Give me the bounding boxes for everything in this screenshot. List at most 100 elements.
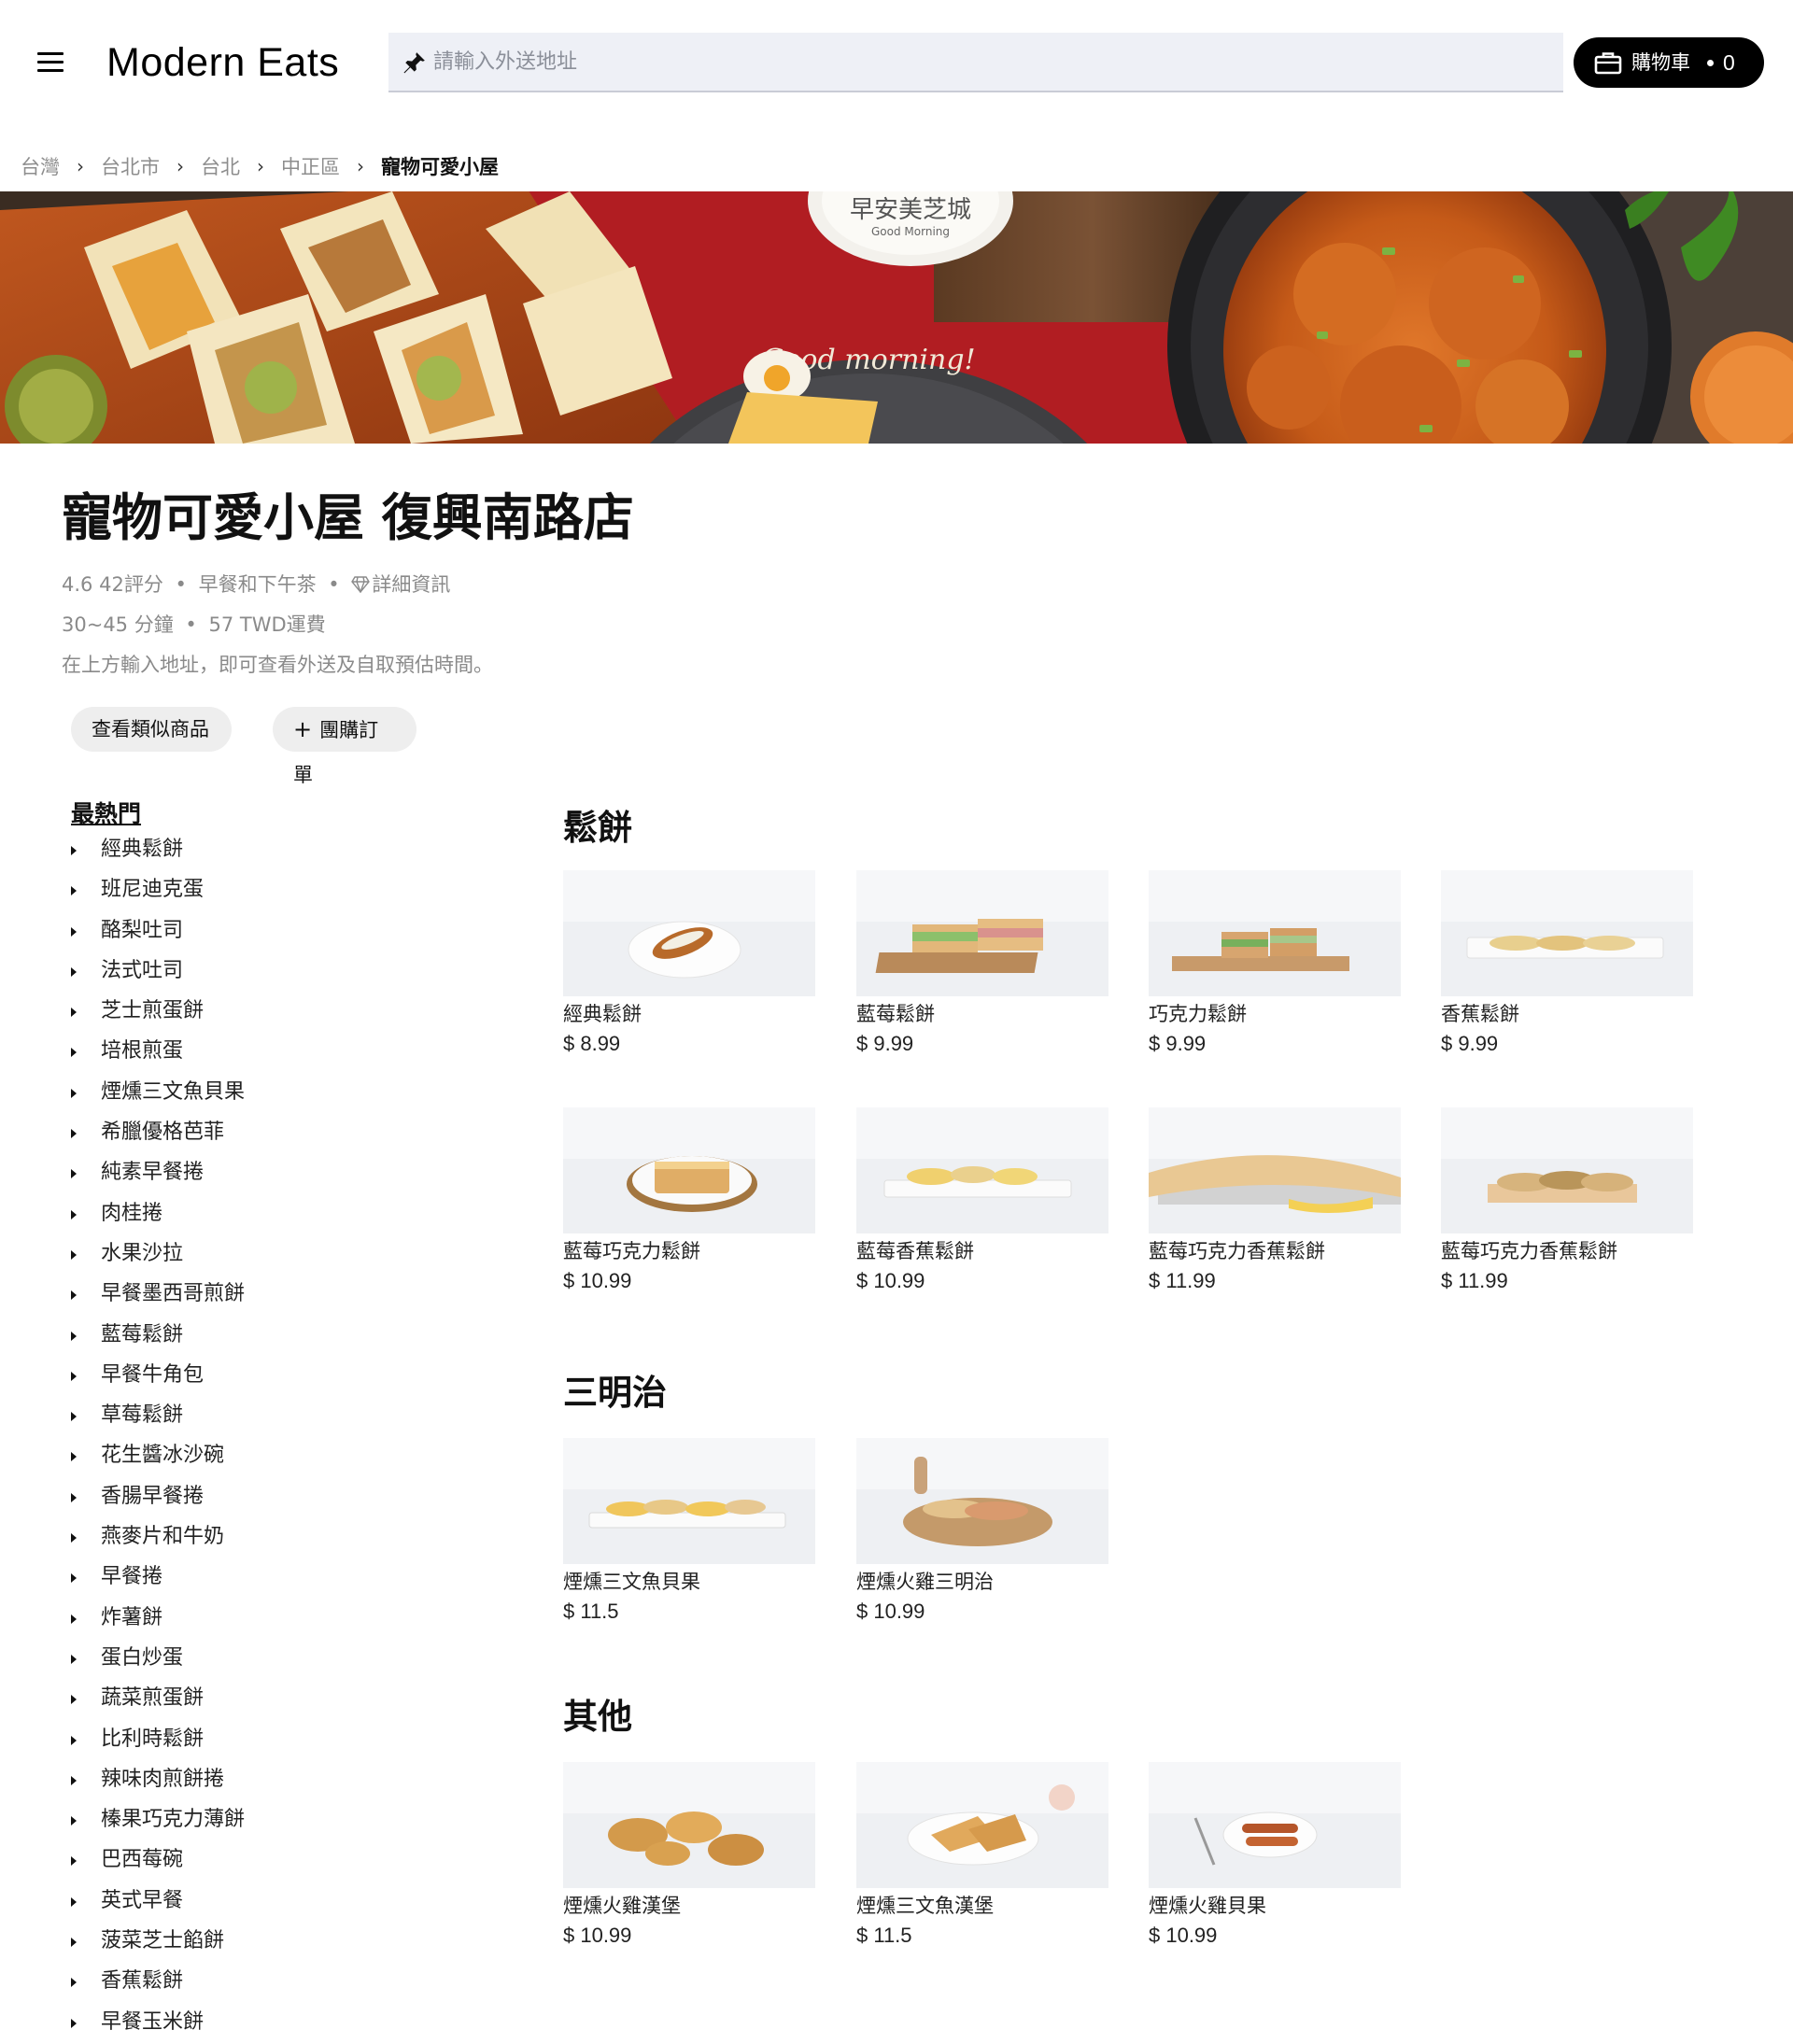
menu-item-card[interactable]: 香蕉鬆餅 $ 9.99 — [1441, 870, 1693, 1060]
brand-logo[interactable]: Modern Eats — [106, 37, 339, 88]
menu-item-photo — [856, 870, 1108, 996]
menu-item-card[interactable]: 煙燻火雞貝果 $ 10.99 — [1149, 1762, 1401, 1952]
caret-right-icon — [71, 1008, 77, 1018]
menu-item-card[interactable]: 煙燻三文魚漢堡 $ 11.5 — [856, 1762, 1108, 1952]
caret-right-icon — [71, 886, 77, 896]
sidebar-item[interactable]: 培根煎蛋 — [71, 1033, 463, 1073]
menu-item-card[interactable]: 藍莓巧克力香蕉鬆餅 $ 11.99 — [1149, 1107, 1401, 1297]
brand-light: Modern — [106, 40, 246, 85]
menu-item-name: 藍莓鬆餅 — [856, 1003, 935, 1025]
menu-item-name: 藍莓香蕉鬆餅 — [856, 1240, 974, 1262]
breadcrumb-city[interactable]: 台北市 — [101, 152, 160, 180]
sidebar-item[interactable]: 香蕉鬆餅 — [71, 1963, 463, 2003]
menu-item-card[interactable]: 藍莓香蕉鬆餅 $ 10.99 — [856, 1107, 1108, 1297]
sidebar-item-label: 炸薯餅 — [101, 1605, 163, 1629]
sidebar-item[interactable]: 煙燻三文魚貝果 — [71, 1074, 463, 1114]
sidebar-item[interactable]: 經典鬆餅 — [71, 831, 463, 871]
sidebar-item[interactable]: 班尼迪克蛋 — [71, 871, 463, 911]
sidebar-item-label: 香腸早餐捲 — [101, 1484, 205, 1508]
sidebar-item[interactable]: 蔬菜煎蛋餅 — [71, 1680, 463, 1720]
sidebar-item[interactable]: 希臘優格芭菲 — [71, 1114, 463, 1154]
sidebar-item[interactable]: 早餐墨西哥煎餅 — [71, 1276, 463, 1316]
sidebar-item-label: 辣味肉煎餅捲 — [101, 1767, 225, 1791]
chevron-right-icon: › — [77, 155, 84, 177]
hamburger-menu-icon[interactable] — [35, 50, 65, 75]
bullet-separator: • — [328, 573, 340, 596]
sidebar-item[interactable]: 藍莓鬆餅 — [71, 1317, 463, 1357]
sidebar-item-label: 早餐玉米餅 — [101, 2009, 205, 2034]
menu-item-name: 藍莓巧克力鬆餅 — [563, 1240, 700, 1262]
caret-right-icon — [71, 1452, 77, 1462]
menu-item-card[interactable]: 藍莓巧克力香蕉鬆餅 $ 11.99 — [1441, 1107, 1693, 1297]
menu-item-name: 煙燻火雞三明治 — [856, 1571, 994, 1593]
caret-right-icon — [71, 1533, 77, 1544]
caret-right-icon — [71, 1856, 77, 1867]
sidebar-item-label: 水果沙拉 — [101, 1241, 184, 1265]
menu-item-price: $ 11.5 — [856, 1924, 912, 1947]
caret-right-icon — [71, 1816, 77, 1826]
menu-item-card[interactable]: 煙燻火雞漢堡 $ 10.99 — [563, 1762, 815, 1952]
breadcrumb-district[interactable]: 中正區 — [281, 152, 340, 180]
address-search-bar[interactable] — [388, 33, 1563, 92]
sidebar-item[interactable]: 早餐玉米餅 — [71, 2004, 463, 2044]
sidebar-item-label: 英式早餐 — [101, 1888, 184, 1912]
menu-item-card[interactable]: 藍莓巧克力鬆餅 $ 10.99 — [563, 1107, 815, 1297]
caret-right-icon — [71, 926, 77, 937]
brand-bold: Eats — [257, 40, 340, 85]
caret-right-icon — [71, 1896, 77, 1907]
breadcrumb-area[interactable]: 台北 — [201, 152, 240, 180]
sidebar-item[interactable]: 巴西莓碗 — [71, 1841, 463, 1882]
menu-item-card[interactable]: 藍莓鬆餅 $ 9.99 — [856, 870, 1108, 1060]
menu-item-photo — [1149, 1762, 1401, 1888]
caret-right-icon — [71, 1614, 77, 1624]
sidebar-item-label: 香蕉鬆餅 — [101, 1969, 184, 1994]
sidebar-item[interactable]: 早餐牛角包 — [71, 1357, 463, 1397]
sidebar-item[interactable]: 英式早餐 — [71, 1882, 463, 1923]
group-order-button[interactable]: + 團購訂單 — [273, 707, 416, 786]
sidebar-item-label: 培根煎蛋 — [101, 1039, 184, 1064]
menu-section-title: 其他 — [563, 1697, 632, 1737]
store-category: 早餐和下午茶 — [198, 573, 317, 596]
menu-item-card[interactable]: 經典鬆餅 $ 8.99 — [563, 870, 815, 1060]
sidebar-item-label: 芝士煎蛋餅 — [101, 999, 205, 1023]
cart-button[interactable]: 購物車 0 — [1574, 37, 1764, 88]
sidebar-item[interactable]: 炸薯餅 — [71, 1600, 463, 1640]
sidebar-item[interactable]: 香腸早餐捲 — [71, 1478, 463, 1518]
sidebar-popular-heading[interactable]: 最熱門 — [71, 796, 141, 829]
sidebar-item[interactable]: 辣味肉煎餅捲 — [71, 1761, 463, 1801]
breadcrumb-country[interactable]: 台灣 — [21, 152, 60, 180]
menu-item-name: 煙燻三文魚漢堡 — [856, 1895, 994, 1917]
caret-right-icon — [71, 1169, 77, 1179]
menu-item-name: 香蕉鬆餅 — [1441, 1003, 1519, 1025]
hero-food-photo: 早安美芝城 Good Morning Good morning! — [0, 191, 1793, 444]
menu-item-photo — [856, 1438, 1108, 1564]
caret-right-icon — [71, 1290, 77, 1301]
sidebar-item[interactable]: 蛋白炒蛋 — [71, 1640, 463, 1680]
sidebar-item[interactable]: 早餐捲 — [71, 1558, 463, 1599]
sidebar-item-label: 燕麥片和牛奶 — [101, 1525, 225, 1549]
sidebar-item[interactable]: 榛果巧克力薄餅 — [71, 1801, 463, 1841]
menu-item-card[interactable]: 煙燻火雞三明治 $ 10.99 — [856, 1438, 1108, 1628]
sidebar-item[interactable]: 酪梨吐司 — [71, 912, 463, 952]
sidebar-item[interactable]: 純素早餐捲 — [71, 1154, 463, 1194]
sidebar-item[interactable]: 草莓鬆餅 — [71, 1397, 463, 1437]
sidebar-item[interactable]: 水果沙拉 — [71, 1235, 463, 1276]
store-details-link[interactable]: 詳細資訊 — [372, 573, 450, 596]
sidebar-item[interactable]: 肉桂捲 — [71, 1195, 463, 1235]
caret-right-icon — [71, 1209, 77, 1219]
menu-item-price: $ 10.99 — [563, 1269, 632, 1292]
sidebar-item[interactable]: 比利時鬆餅 — [71, 1721, 463, 1761]
menu-item-card[interactable]: 巧克力鬆餅 $ 9.99 — [1149, 870, 1401, 1060]
view-similar-button[interactable]: 查看類似商品 — [71, 707, 232, 752]
sidebar-item[interactable]: 花生醬冰沙碗 — [71, 1437, 463, 1477]
sidebar-item[interactable]: 菠菜芝士餡餅 — [71, 1923, 463, 1963]
sidebar-item[interactable]: 燕麥片和牛奶 — [71, 1518, 463, 1558]
menu-item-card[interactable]: 煙燻三文魚貝果 $ 11.5 — [563, 1438, 815, 1628]
menu-item-photo — [1149, 1107, 1401, 1233]
sidebar-item[interactable]: 芝士煎蛋餅 — [71, 993, 463, 1033]
sidebar-item[interactable]: 法式吐司 — [71, 952, 463, 993]
shopping-bag-icon — [1594, 52, 1622, 75]
caret-right-icon — [71, 1573, 77, 1584]
cart-separator-dot — [1707, 60, 1714, 66]
address-input[interactable] — [433, 33, 1545, 91]
